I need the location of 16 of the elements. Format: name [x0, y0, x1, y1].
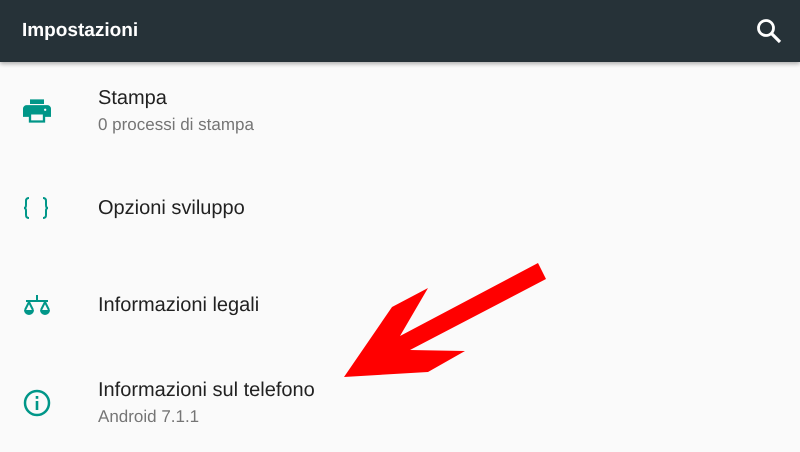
item-summary: 0 processi di stampa: [98, 114, 254, 135]
settings-item[interactable]: Stampa 0 processi di stampa: [0, 62, 800, 160]
item-title: Informazioni sul telefono: [98, 379, 315, 402]
printer-icon: [23, 98, 51, 123]
code-braces-icon: [23, 196, 49, 220]
settings-item[interactable]: Informazioni sul telefono Android 7.1.1: [0, 354, 800, 452]
item-title: Stampa: [98, 86, 168, 110]
item-summary: Android 7.1.1: [98, 407, 200, 428]
app-title: Impostazioni: [22, 20, 138, 42]
settings-item[interactable]: Informazioni legali: [0, 257, 800, 354]
item-title: Informazioni legali: [98, 294, 260, 318]
search-icon[interactable]: [756, 18, 782, 44]
settings-item[interactable]: Opzioni sviluppo: [0, 160, 800, 257]
item-title: Opzioni sviluppo: [98, 196, 245, 220]
info-icon: [23, 389, 51, 418]
scales-icon: [23, 294, 51, 317]
